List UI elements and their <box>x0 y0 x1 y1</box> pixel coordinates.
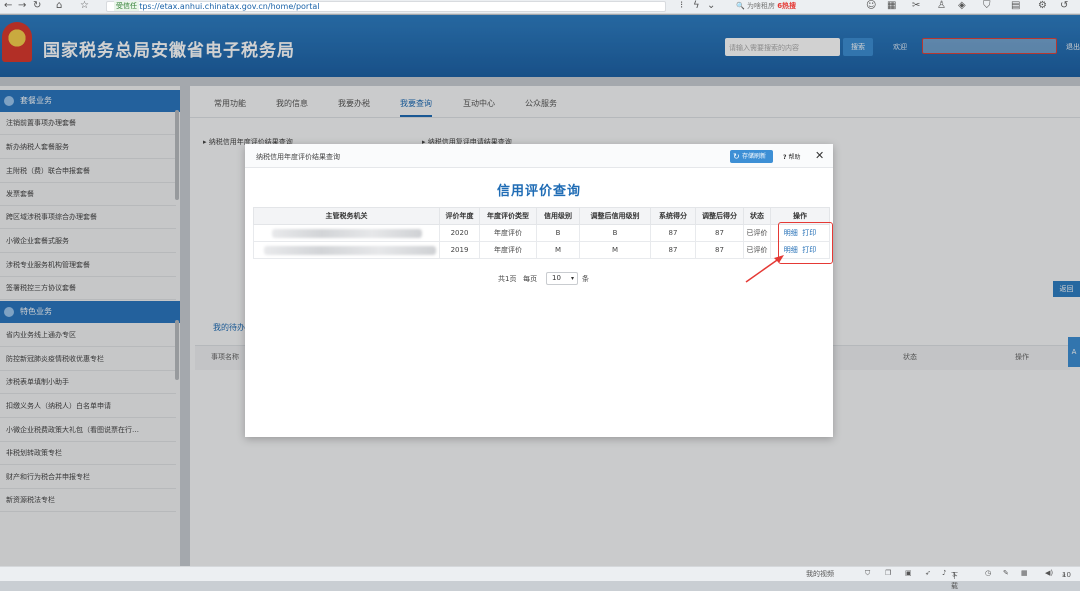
search-icon: 🔍 <box>736 2 747 10</box>
column-header: 信用级别 <box>536 207 580 225</box>
per-page-value: 10 <box>552 274 561 282</box>
eval-type: 年度评价 <box>479 224 537 242</box>
undo-icon[interactable]: ↺ <box>1060 0 1068 11</box>
column-header: 年度评价类型 <box>479 207 537 225</box>
help-label: 帮助 <box>788 154 801 161</box>
per-page-label: 每页 <box>523 275 538 283</box>
shield-icon[interactable]: ⛉ <box>983 0 991 11</box>
apps-icon[interactable]: ▦ <box>887 0 896 11</box>
chevron-down-icon[interactable]: ⌄ <box>707 0 715 11</box>
speaker-icon[interactable]: ♪ <box>942 569 946 577</box>
refresh-label: 存储刷新 <box>742 153 767 160</box>
shield-icon[interactable]: ⛉ <box>865 569 870 578</box>
adjusted-score: 87 <box>695 241 744 259</box>
refresh-icon: ↻ <box>733 152 740 161</box>
column-header: 调整后得分 <box>695 207 744 225</box>
scissors-icon[interactable]: ✂ <box>912 0 920 11</box>
chevron-down-icon: ▾ <box>570 275 574 282</box>
grid-icon[interactable]: ⁝ <box>680 0 683 11</box>
per-page-select[interactable]: 10 ▾ <box>546 272 578 285</box>
tax-office-redacted <box>253 224 440 242</box>
secure-badge: 受信任 <box>114 1 139 11</box>
credit-query-modal: 纳税信用年度评价结果查询 ↻ 存储刷新 ? 帮助 ✕ 信用评价查询 主管税务机关 评… <box>245 144 833 437</box>
adjusted-credit-level: M <box>579 241 651 259</box>
credit-level: B <box>536 224 580 242</box>
browser-statusbar: 我的视频 ⛉ ❐ ▣ ➶ ♪ ⇩ 下载 ◷ ✎ ▦ ◀) ⌕ 10 <box>0 566 1080 590</box>
column-header: 调整后信用级别 <box>579 207 651 225</box>
bag-icon[interactable]: ◈ <box>958 0 966 11</box>
forward-icon[interactable]: → <box>18 0 26 11</box>
browser-search[interactable]: 🔍 为啥租房 6热搜 <box>736 1 796 11</box>
smile-icon[interactable]: ☺ <box>866 0 876 11</box>
reload-icon[interactable]: ↻ <box>33 0 41 11</box>
credit-level: M <box>536 241 580 259</box>
eval-type: 年度评价 <box>479 241 537 259</box>
copy-icon[interactable]: ❐ <box>885 569 891 577</box>
system-score: 87 <box>650 241 696 259</box>
column-header: 评价年度 <box>439 207 480 225</box>
modal-title: 纳税信用年度评价结果查询 <box>256 153 340 161</box>
gear-icon[interactable]: ⚙ <box>1038 0 1047 11</box>
volume-icon[interactable]: ◀) <box>1045 569 1053 577</box>
table-header-row: 主管税务机关 评价年度 年度评价类型 信用级别 调整后信用级别 系统得分 调整后… <box>253 207 830 225</box>
eval-year: 2020 <box>439 224 480 242</box>
image-icon[interactable]: ▣ <box>905 569 912 577</box>
star-icon[interactable]: ☆ <box>80 0 89 11</box>
adjusted-credit-level: B <box>579 224 651 242</box>
adjusted-score: 87 <box>695 224 744 242</box>
status-text: 已评价 <box>743 224 771 242</box>
clock-icon[interactable]: ◷ <box>985 569 991 577</box>
modal-header: 纳税信用年度评价结果查询 ↻ 存储刷新 ? 帮助 ✕ <box>245 144 833 168</box>
table-row: 2020 年度评价 B B 87 87 已评价 明细 打印 <box>253 224 830 242</box>
help-link[interactable]: ? 帮助 <box>783 152 801 161</box>
browser-toolbar: ← → ↻ ⌂ ☆ 🔒 https://etax.anhui.chinatax.… <box>0 0 1080 14</box>
video-link[interactable]: 我的视频 <box>806 569 834 579</box>
download-label: 下载 <box>951 572 958 590</box>
back-icon[interactable]: ← <box>4 0 12 11</box>
bolt-icon[interactable]: ϟ <box>693 0 700 11</box>
hot-label: 6热搜 <box>777 2 797 10</box>
refresh-button[interactable]: ↻ 存储刷新 <box>730 150 773 163</box>
rocket-icon[interactable]: ➶ <box>925 569 931 577</box>
close-icon[interactable]: ✕ <box>815 149 824 162</box>
help-icon: ? <box>783 154 787 161</box>
search-hint: 为啥租房 <box>746 2 775 10</box>
column-header: 主管税务机关 <box>253 207 440 225</box>
zoom-value: 10 <box>1062 571 1071 579</box>
system-score: 87 <box>650 224 696 242</box>
pager-info: 共1页 每页 <box>498 274 537 284</box>
tax-office-redacted <box>253 241 440 259</box>
user-icon[interactable]: ♙ <box>937 0 946 11</box>
column-header: 状态 <box>743 207 771 225</box>
grid-icon[interactable]: ▦ <box>1021 569 1028 577</box>
eval-year: 2019 <box>439 241 480 259</box>
annotation-arrow <box>745 255 784 283</box>
address-bar[interactable]: 🔒 https://etax.anhui.chinatax.gov.cn/hom… <box>106 1 666 12</box>
query-heading: 信用评价查询 <box>496 184 581 199</box>
home-icon[interactable]: ⌂ <box>56 0 62 11</box>
page-total: 共1页 <box>498 275 517 283</box>
column-header: 系统得分 <box>650 207 696 225</box>
menu-icon[interactable]: ▤ <box>1011 0 1020 11</box>
address-text: https://etax.anhui.chinatax.gov.cn/home/… <box>131 2 320 11</box>
pen-icon[interactable]: ✎ <box>1003 569 1009 577</box>
per-page-unit: 条 <box>582 275 589 283</box>
